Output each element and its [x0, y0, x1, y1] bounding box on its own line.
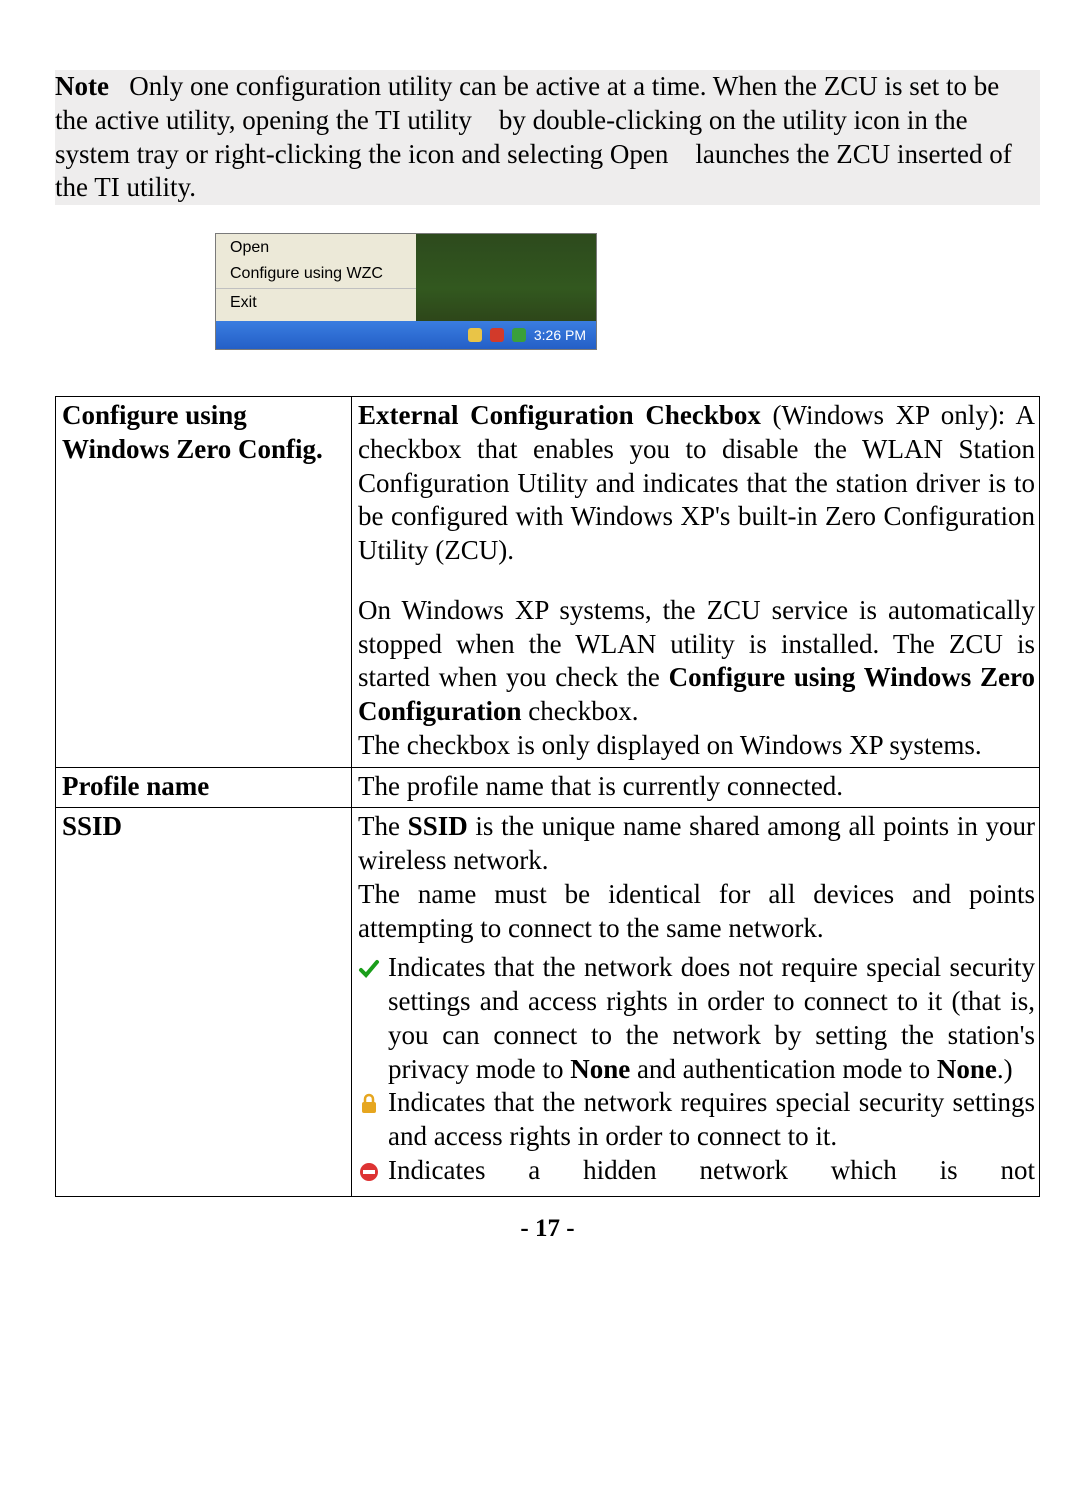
blocked-icon	[358, 1158, 382, 1192]
text-segment: .)	[997, 1054, 1013, 1084]
note-label: Note	[55, 71, 109, 101]
tray-icon	[468, 328, 482, 342]
definition-table: Configure using Windows Zero Config. Ext…	[55, 396, 1040, 1197]
row-label-ssid: SSID	[56, 808, 352, 1196]
note-paragraph: Note Only one configuration utility can …	[55, 70, 1040, 205]
text-segment: The	[358, 811, 408, 841]
table-row: Configure using Windows Zero Config. Ext…	[56, 397, 1040, 768]
text-segment: and authentication mode to	[630, 1054, 937, 1084]
text-segment: External Configuration Checkbox	[358, 400, 761, 430]
text-segment: None	[570, 1054, 630, 1084]
page-number: - 17 -	[55, 1215, 1040, 1243]
lock-icon	[358, 1090, 382, 1124]
row-desc-profile: The profile name that is currently conne…	[352, 767, 1040, 808]
tray-icon	[512, 328, 526, 342]
text-segment: The checkbox is only displayed on Window…	[358, 729, 1035, 763]
row-label-profile: Profile name	[56, 767, 352, 808]
row-desc-ssid: The SSID is the unique name shared among…	[352, 808, 1040, 1196]
row-desc-zero-config: External Configuration Checkbox (Windows…	[352, 397, 1040, 768]
table-row: SSID The SSID is the unique name shared …	[56, 808, 1040, 1196]
context-menu-screenshot: Open Configure using WZC Exit 3:26 PM	[215, 233, 880, 358]
check-icon	[358, 955, 382, 989]
note-body: Only one configuration utility can be ac…	[55, 71, 1012, 202]
text-segment: SSID	[408, 811, 468, 841]
taskbar: 3:26 PM	[216, 321, 596, 349]
taskbar-clock: 3:26 PM	[534, 327, 586, 343]
text-segment: Indicates that the network requires spec…	[388, 1086, 1035, 1154]
text-segment: Indicates a hidden network which is not	[388, 1154, 1035, 1188]
table-row: Profile name The profile name that is cu…	[56, 767, 1040, 808]
tray-icon	[490, 328, 504, 342]
text-segment: None	[937, 1054, 997, 1084]
text-segment: The name must be identical for all devic…	[358, 878, 1035, 946]
row-label-zero-config: Configure using Windows Zero Config.	[56, 397, 352, 768]
text-segment: checkbox.	[522, 696, 639, 726]
